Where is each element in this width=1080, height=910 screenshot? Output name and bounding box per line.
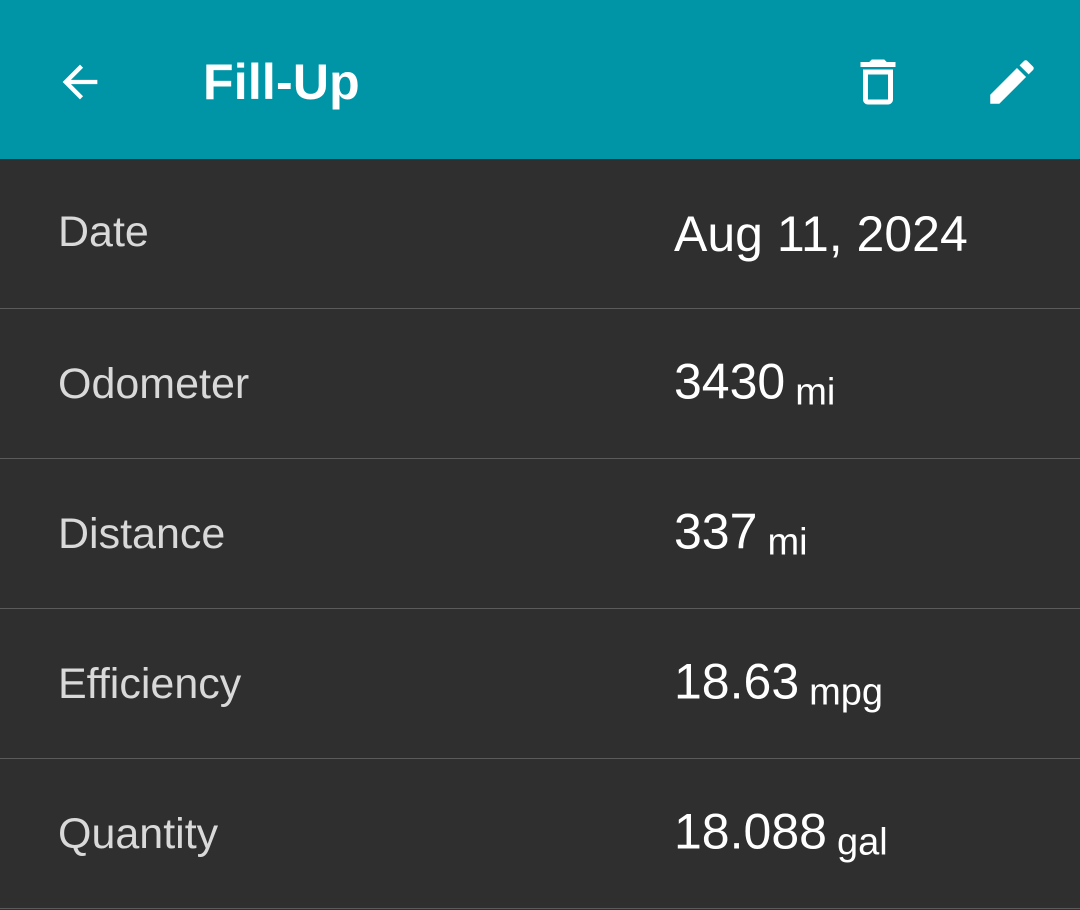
efficiency-value: 18.63 mpg: [674, 651, 883, 716]
odometer-label: Odometer: [58, 359, 250, 408]
trash-icon: [860, 59, 896, 105]
odometer-value: 3430 mi: [674, 351, 835, 416]
distance-value: 337 mi: [674, 501, 808, 566]
date-value-text: Aug 11, 2024: [674, 205, 968, 262]
date-label: Date: [58, 207, 149, 256]
date-value: Aug 11, 2024: [674, 204, 968, 264]
back-button[interactable]: [38, 40, 122, 124]
arrow-back-icon: [62, 64, 98, 100]
detail-row-date: Date Aug 11, 2024: [0, 159, 1080, 309]
delete-button[interactable]: [836, 40, 920, 124]
app-bar: Fill-Up: [0, 0, 1080, 159]
detail-row-efficiency: Efficiency 18.63 mpg: [0, 609, 1080, 759]
quantity-value: 18.088 gal: [674, 801, 888, 866]
edit-button[interactable]: [970, 40, 1054, 124]
distance-unit: mi: [767, 521, 808, 563]
quantity-number: 18.088: [674, 803, 827, 859]
distance-label: Distance: [58, 509, 226, 558]
odometer-unit: mi: [795, 371, 836, 413]
page-title: Fill-Up: [203, 54, 360, 110]
detail-row-odometer: Odometer 3430 mi: [0, 309, 1080, 459]
odometer-number: 3430: [674, 353, 786, 409]
efficiency-number: 18.63: [674, 653, 800, 709]
pencil-icon: [990, 60, 1034, 104]
quantity-unit: gal: [836, 821, 888, 863]
distance-number: 337: [674, 503, 758, 559]
efficiency-label: Efficiency: [58, 659, 242, 708]
fill-up-details-list: Date Aug 11, 2024 Odometer 3430 mi Distan…: [0, 159, 1080, 909]
efficiency-unit: mpg: [809, 671, 884, 713]
detail-row-distance: Distance 337 mi: [0, 459, 1080, 609]
quantity-label: Quantity: [58, 809, 219, 858]
detail-row-quantity: Quantity 18.088 gal: [0, 759, 1080, 909]
